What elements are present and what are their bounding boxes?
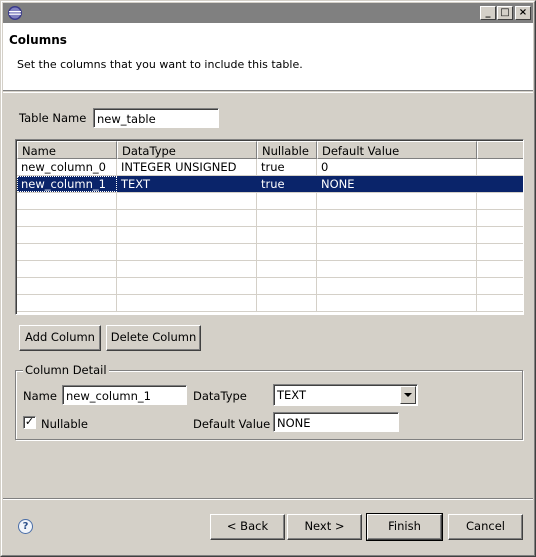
empty-table-row: [17, 244, 523, 261]
datatype-selected-value: TEXT: [277, 388, 306, 402]
empty-cell: [117, 227, 257, 243]
detail-name-label: Name: [23, 389, 57, 403]
nullable-label[interactable]: Nullable: [41, 417, 88, 431]
empty-cell: [17, 227, 117, 243]
empty-cell: [117, 278, 257, 294]
empty-cell: [17, 278, 117, 294]
delete-column-button[interactable]: Delete Column: [106, 325, 201, 351]
empty-cell: [477, 261, 523, 277]
cell-nullable: true: [257, 176, 317, 192]
finish-button-label: Finish: [388, 519, 421, 533]
empty-cell: [257, 261, 317, 277]
empty-cell: [17, 261, 117, 277]
detail-datatype-label: DataType: [193, 389, 247, 403]
empty-cell: [257, 244, 317, 260]
empty-table-row: [17, 261, 523, 278]
columns-table[interactable]: Name DataType Nullable Default Value new…: [15, 139, 524, 315]
cell-default: 0: [317, 159, 477, 175]
finish-button[interactable]: Finish: [366, 513, 443, 541]
header-default-value[interactable]: Default Value: [317, 141, 477, 159]
minimize-icon[interactable]: _: [480, 6, 496, 20]
empty-cell: [257, 278, 317, 294]
empty-cell: [257, 210, 317, 226]
empty-cell: [117, 295, 257, 311]
cancel-button-label: Cancel: [466, 519, 505, 533]
header-banner: Columns Set the columns that you want to…: [3, 23, 533, 91]
header-filler: [477, 141, 523, 159]
empty-cell: [317, 227, 477, 243]
empty-table-row: [17, 278, 523, 295]
footer-divider-highlight: [3, 499, 533, 500]
column-name-input[interactable]: new_column_1: [62, 385, 187, 405]
empty-cell: [317, 244, 477, 260]
empty-cell: [477, 227, 523, 243]
cell-name: new_column_1: [17, 176, 117, 192]
page-title: Columns: [9, 33, 67, 47]
eclipse-icon: [8, 6, 22, 20]
empty-cell: [17, 210, 117, 226]
empty-cell: [17, 244, 117, 260]
empty-cell: [317, 278, 477, 294]
back-button-label: < Back: [226, 519, 269, 533]
back-button[interactable]: < Back: [210, 514, 285, 540]
table-name-label: Table Name: [19, 111, 87, 125]
banner-divider: [3, 92, 533, 93]
default-value-label: Default Value: [193, 417, 271, 431]
close-icon[interactable]: ×: [515, 6, 531, 20]
empty-cell: [477, 295, 523, 311]
cell-nullable: true: [257, 159, 317, 175]
dialog-window: _ □ × Columns Set the columns that you w…: [0, 0, 536, 557]
table-header: Name DataType Nullable Default Value: [17, 141, 523, 159]
header-datatype[interactable]: DataType: [117, 141, 257, 159]
empty-table-row: [17, 210, 523, 227]
empty-table-row: [17, 193, 523, 210]
empty-cell: [17, 295, 117, 311]
empty-cell: [117, 261, 257, 277]
page-description: Set the columns that you want to include…: [17, 58, 303, 71]
add-column-button[interactable]: Add Column: [19, 325, 101, 351]
empty-table-row: [17, 295, 523, 312]
title-bar[interactable]: _ □ ×: [3, 3, 533, 23]
header-nullable[interactable]: Nullable: [257, 141, 317, 159]
cancel-button[interactable]: Cancel: [448, 514, 523, 540]
header-name[interactable]: Name: [17, 141, 117, 159]
table-name-input[interactable]: new_table: [93, 108, 219, 128]
cell-default: NONE: [317, 176, 477, 192]
empty-table-row: [17, 227, 523, 244]
column-detail-legend: Column Detail: [23, 363, 109, 377]
empty-cell: [117, 244, 257, 260]
empty-cell: [117, 193, 257, 209]
maximize-icon[interactable]: □: [497, 6, 513, 20]
empty-cell: [257, 227, 317, 243]
cell-datatype: INTEGER UNSIGNED: [117, 159, 257, 175]
empty-cell: [317, 210, 477, 226]
empty-cell: [17, 193, 117, 209]
empty-cell: [477, 278, 523, 294]
empty-cell: [117, 210, 257, 226]
empty-cell: [317, 295, 477, 311]
datatype-select[interactable]: TEXT: [273, 384, 418, 406]
next-button-label: Next >: [304, 519, 345, 533]
empty-cell: [317, 193, 477, 209]
empty-cell: [257, 295, 317, 311]
help-icon[interactable]: ?: [18, 519, 33, 534]
empty-cell: [317, 261, 477, 277]
table-row-selected[interactable]: new_column_1 TEXT true NONE: [17, 176, 523, 193]
default-value-input[interactable]: NONE: [273, 412, 399, 432]
empty-cell: [477, 193, 523, 209]
nullable-checkbox[interactable]: ✓: [23, 416, 36, 429]
empty-cell: [477, 244, 523, 260]
empty-cell: [257, 193, 317, 209]
empty-cell: [477, 210, 523, 226]
next-button[interactable]: Next >: [287, 514, 362, 540]
chevron-down-icon[interactable]: [400, 386, 416, 404]
cell-datatype: TEXT: [117, 176, 257, 192]
cell-name: new_column_0: [17, 159, 117, 175]
table-row[interactable]: new_column_0 INTEGER UNSIGNED true 0: [17, 159, 523, 176]
